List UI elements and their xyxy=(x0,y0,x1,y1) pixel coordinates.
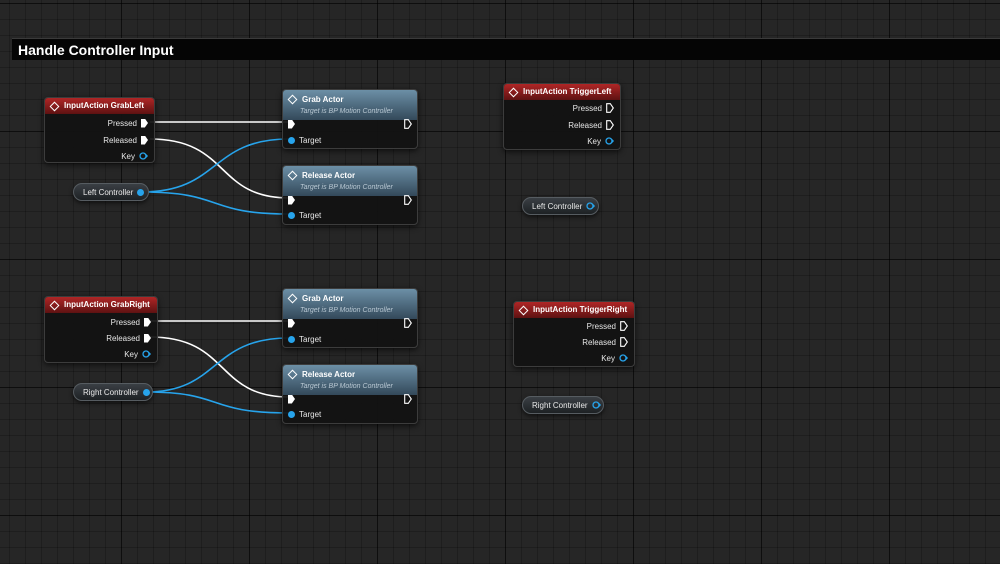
key-pin-icon[interactable] xyxy=(142,350,151,358)
object-pin-icon[interactable] xyxy=(288,410,295,418)
node-title: Grab Actor xyxy=(302,94,344,104)
node-title: Grab Actor xyxy=(302,293,344,303)
key-pin-icon[interactable] xyxy=(139,152,148,160)
released-pin[interactable]: Released xyxy=(582,336,628,348)
pressed-pin[interactable]: Pressed xyxy=(108,117,148,129)
wire-layer xyxy=(141,121,290,414)
grab-actor-node-top[interactable]: Grab Actor Target is BP Motion Controlle… xyxy=(282,89,418,149)
target-pin[interactable]: Target xyxy=(288,209,321,221)
exec-out-pin[interactable] xyxy=(404,317,412,329)
exec-out-pin[interactable] xyxy=(404,393,412,405)
function-diamond-icon xyxy=(287,369,298,379)
exec-in-pin[interactable] xyxy=(288,118,295,130)
target-pin[interactable]: Target xyxy=(288,333,321,345)
left-controller-variable[interactable]: Left Controller xyxy=(73,183,149,201)
exec-pin-icon[interactable] xyxy=(141,118,148,128)
object-wire xyxy=(141,138,290,193)
pressed-pin[interactable]: Pressed xyxy=(573,102,614,114)
exec-pin-icon[interactable] xyxy=(620,337,628,347)
target-pin[interactable]: Target xyxy=(288,134,321,146)
key-pin[interactable]: Key xyxy=(587,135,614,147)
input-action-grab-right-node[interactable]: InputAction GrabRight Pressed Released K… xyxy=(44,296,158,363)
object-wire xyxy=(145,391,290,414)
exec-in-pin[interactable] xyxy=(288,393,295,405)
exec-out-pin[interactable] xyxy=(404,118,412,130)
node-subtitle: Target is BP Motion Controller xyxy=(300,383,393,390)
pressed-pin[interactable]: Pressed xyxy=(111,316,151,328)
exec-pin-icon[interactable] xyxy=(288,119,295,129)
function-diamond-icon xyxy=(287,293,298,303)
node-title: InputAction TriggerRight xyxy=(533,305,628,314)
key-pin[interactable]: Key xyxy=(121,150,148,162)
node-subtitle: Target is BP Motion Controller xyxy=(300,108,393,115)
function-diamond-icon xyxy=(287,170,298,180)
node-subtitle: Target is BP Motion Controller xyxy=(300,307,393,314)
key-pin-icon[interactable] xyxy=(619,354,628,362)
event-diamond-icon xyxy=(49,300,60,310)
blueprint-graph[interactable]: Handle Controller Input InputAction Grab… xyxy=(0,0,1000,564)
release-actor-node-top[interactable]: Release Actor Target is BP Motion Contro… xyxy=(282,165,418,225)
object-wire xyxy=(141,191,290,215)
object-pin-icon[interactable] xyxy=(288,335,295,343)
input-action-grab-left-node[interactable]: InputAction GrabLeft Pressed Released Ke… xyxy=(44,97,155,163)
event-diamond-icon xyxy=(518,305,529,315)
node-subtitle: Target is BP Motion Controller xyxy=(300,184,393,191)
exec-out-pin[interactable] xyxy=(404,194,412,206)
function-diamond-icon xyxy=(287,94,298,104)
exec-pin-icon[interactable] xyxy=(404,119,412,129)
exec-pin-icon[interactable] xyxy=(288,195,295,205)
key-pin-icon[interactable] xyxy=(605,137,614,145)
input-action-trigger-left-node[interactable]: InputAction TriggerLeft Pressed Released… xyxy=(503,83,621,150)
comment-box-title[interactable]: Handle Controller Input xyxy=(12,38,1000,60)
exec-in-pin[interactable] xyxy=(288,317,295,329)
node-title: InputAction GrabRight xyxy=(64,300,150,309)
target-pin[interactable]: Target xyxy=(288,408,321,420)
object-pin-icon[interactable] xyxy=(137,188,145,196)
node-title: Release Actor xyxy=(302,170,356,180)
object-wire xyxy=(145,337,290,393)
node-title: InputAction TriggerLeft xyxy=(523,87,612,96)
released-pin[interactable]: Released xyxy=(106,332,151,344)
object-pin-icon[interactable] xyxy=(288,136,295,144)
exec-pin-icon[interactable] xyxy=(288,318,295,328)
exec-pin-icon[interactable] xyxy=(620,321,628,331)
right-controller-variable-unconnected[interactable]: Right Controller xyxy=(522,396,604,414)
exec-pin-icon[interactable] xyxy=(141,135,148,145)
node-title: InputAction GrabLeft xyxy=(64,101,144,110)
release-actor-node-bottom[interactable]: Release Actor Target is BP Motion Contro… xyxy=(282,364,418,424)
exec-pin-icon[interactable] xyxy=(404,394,412,404)
object-pin-icon[interactable] xyxy=(142,388,150,396)
exec-wire xyxy=(149,138,290,199)
exec-pin-icon[interactable] xyxy=(606,103,614,113)
exec-pin-icon[interactable] xyxy=(288,394,295,404)
event-diamond-icon xyxy=(508,87,519,97)
event-diamond-icon xyxy=(49,101,60,111)
exec-pin-icon[interactable] xyxy=(606,120,614,130)
left-controller-variable-unconnected[interactable]: Left Controller xyxy=(522,197,599,215)
exec-pin-icon[interactable] xyxy=(144,317,151,327)
released-pin[interactable]: Released xyxy=(568,119,614,131)
object-pin-icon[interactable] xyxy=(591,401,601,409)
released-pin[interactable]: Released xyxy=(103,134,148,146)
object-pin-icon[interactable] xyxy=(288,211,295,219)
pressed-pin[interactable]: Pressed xyxy=(587,320,628,332)
input-action-trigger-right-node[interactable]: InputAction TriggerRight Pressed Release… xyxy=(513,301,635,367)
exec-pin-icon[interactable] xyxy=(144,333,151,343)
grab-actor-node-bottom[interactable]: Grab Actor Target is BP Motion Controlle… xyxy=(282,288,418,348)
node-title: Release Actor xyxy=(302,369,356,379)
exec-pin-icon[interactable] xyxy=(404,195,412,205)
object-pin-icon[interactable] xyxy=(586,202,596,210)
exec-in-pin[interactable] xyxy=(288,194,295,206)
key-pin[interactable]: Key xyxy=(601,352,628,364)
right-controller-variable[interactable]: Right Controller xyxy=(73,383,153,401)
exec-wire xyxy=(149,336,290,398)
exec-pin-icon[interactable] xyxy=(404,318,412,328)
key-pin[interactable]: Key xyxy=(124,348,151,360)
